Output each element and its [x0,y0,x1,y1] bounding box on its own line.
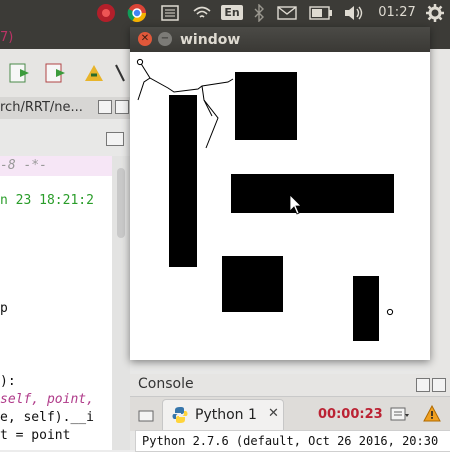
code-line: self, point, [0,392,94,407]
console-tab-bar: Python 1 ✕ 00:00:23 [130,396,450,431]
goal-node [386,308,394,316]
list-icon[interactable] [158,0,182,25]
console-restore-icon[interactable] [416,378,430,392]
warning-icon[interactable] [423,404,441,423]
console-output-line: Python 2.7.6 (default, Oct 26 2016, 20:3… [142,434,439,448]
code-line: p [0,301,8,316]
wifi-icon[interactable] [190,0,214,25]
external-tools-icon[interactable] [82,61,106,85]
window-titlebar[interactable]: ✕ − window [130,27,430,52]
battery-icon[interactable] [308,0,334,25]
maximize-icon[interactable] [115,100,129,114]
console-maximize-icon[interactable] [432,378,446,392]
console-header: Console [130,374,450,396]
mail-icon[interactable] [276,0,298,25]
run-icon[interactable] [44,61,68,85]
python-icon [171,406,189,428]
ide-title-fragment: 7) [0,30,14,45]
console-title: Console [138,376,194,392]
editor-path-text: rch/RRT/ne... [0,100,83,115]
clock[interactable]: 01:27 [372,0,422,25]
python-tab-label: Python 1 [195,407,257,423]
restore-icon[interactable] [98,100,112,114]
minimize-window-button[interactable]: − [158,32,172,46]
outline-menu-icon[interactable] [106,132,124,146]
rrt-tree [136,58,394,316]
mouse-cursor-icon [289,194,302,215]
volume-icon[interactable] [342,0,366,25]
console-view-menu-icon[interactable] [390,406,410,422]
code-line: -8 -*- [0,158,47,173]
close-tab-icon[interactable]: ✕ [268,406,279,421]
editor-scrollbar[interactable] [112,156,130,450]
code-editor[interactable]: -8 -*- n 23 18:21:2 p ): self, point, e,… [0,156,112,450]
bluetooth-icon[interactable] [250,0,268,25]
close-window-button[interactable]: ✕ [138,32,152,46]
scrollbar-thumb[interactable] [117,168,125,238]
power-indicator-icon[interactable] [92,0,120,25]
chrome-icon[interactable] [124,0,150,25]
opencv-window[interactable]: ✕ − window [130,27,430,360]
console-output[interactable]: Python 2.7.6 (default, Oct 26 2016, 20:3… [135,430,450,452]
code-line: e, self).__i [0,410,94,425]
system-top-panel: En 01:27 [0,0,450,25]
keyboard-layout-indicator[interactable]: En [220,0,244,25]
python-console-tab[interactable]: Python 1 ✕ [162,399,284,430]
code-line: ): [0,374,16,389]
code-line: n 23 18:21:2 [0,193,94,208]
start-node [136,58,144,66]
console-display-icon[interactable] [138,409,156,422]
code-line: t = point [0,428,71,443]
rrt-canvas[interactable] [130,52,430,360]
right-panel-edge [430,50,450,390]
tool-edge-icon[interactable] [112,61,126,85]
run-debug-icon[interactable] [8,61,32,85]
gear-icon[interactable] [424,0,446,25]
window-title: window [180,32,241,48]
console-timer: 00:00:23 [318,407,383,422]
